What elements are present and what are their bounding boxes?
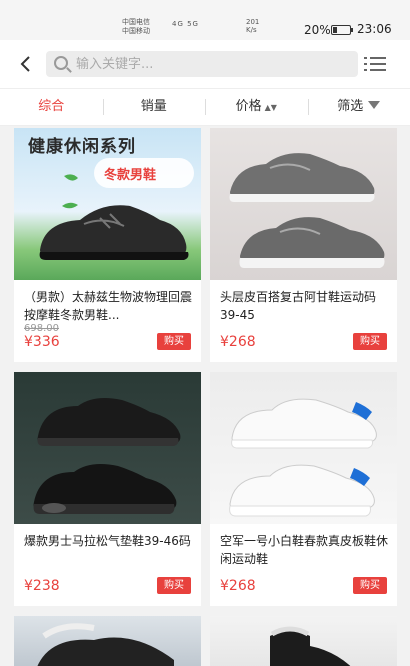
- search-input[interactable]: [76, 51, 346, 77]
- buy-button[interactable]: 购买: [157, 333, 191, 350]
- clock: 23:06: [357, 22, 392, 36]
- status-bar: 中国电信 中国移动 4G 5G 201 K/s 20% 23:06: [0, 0, 410, 40]
- filter-icon: [368, 101, 381, 109]
- search-icon: [54, 56, 68, 70]
- product-price: ¥238: [24, 578, 60, 594]
- tab-sales[interactable]: 销量: [102, 96, 206, 118]
- network-indicator: 4G 5G: [172, 20, 199, 28]
- product-image: 健康休闲系列 冬款男鞋: [14, 128, 201, 280]
- sort-tabs: 综合 销量 价格 ▲▼ 筛选: [0, 88, 410, 126]
- tab-label: 销量: [140, 99, 167, 114]
- product-image: [210, 372, 397, 524]
- product-price: ¥268: [220, 578, 256, 594]
- product-image: [210, 616, 397, 666]
- list-view-icon[interactable]: [364, 56, 386, 72]
- product-card[interactable]: [14, 616, 201, 666]
- carrier-2: 中国移动: [122, 27, 150, 35]
- product-price: ¥268: [220, 334, 256, 350]
- search-header: [0, 40, 410, 88]
- black-air-sneaker-icon: [33, 398, 181, 514]
- sort-arrows-icon: ▲▼: [264, 103, 277, 112]
- product-card[interactable]: 空军一号小白鞋春款真皮板鞋休闲运动鞋 ¥268 购买: [210, 372, 397, 606]
- tab-filter[interactable]: 筛选: [307, 96, 410, 118]
- original-price: 698.00: [24, 323, 59, 334]
- buy-button[interactable]: 购买: [353, 577, 387, 594]
- product-price: ¥336: [24, 334, 60, 350]
- product-image: [14, 616, 201, 666]
- winter-boot-icon: [270, 626, 351, 666]
- carrier-info: 中国电信 中国移动: [122, 18, 150, 36]
- product-title: 头层皮百搭复古阿甘鞋运动码39-45: [220, 290, 377, 322]
- tab-comprehensive[interactable]: 综合: [0, 96, 103, 118]
- product-card[interactable]: 健康休闲系列 冬款男鞋 （男款）太赫兹生物波物理回震按摩鞋冬款男鞋... 698…: [14, 128, 201, 362]
- battery-icon: [331, 25, 353, 35]
- network-speed-unit: K/s: [246, 26, 257, 34]
- gray-sneaker-icon: [229, 153, 385, 268]
- product-card[interactable]: 爆款男士马拉松气垫鞋39-46码 ¥238 购买: [14, 372, 201, 606]
- product-title: （男款）太赫兹生物波物理回震按摩鞋冬款男鞋...: [24, 290, 193, 322]
- battery-percent: 20%: [304, 23, 331, 37]
- white-sneaker-icon: [229, 398, 377, 517]
- tab-label: 综合: [38, 99, 65, 114]
- product-image: [210, 128, 397, 280]
- tab-label: 价格: [235, 99, 262, 114]
- product-title: 爆款男士马拉松气垫鞋39-46码: [24, 534, 191, 548]
- product-title: 空军一号小白鞋春款真皮板鞋休闲运动鞋: [220, 534, 389, 566]
- product-card[interactable]: [210, 616, 397, 666]
- carrier-1: 中国电信: [122, 18, 150, 26]
- product-card[interactable]: 头层皮百搭复古阿甘鞋运动码39-45 ¥268 购买: [210, 128, 397, 362]
- black-sneaker-icon: [39, 174, 189, 260]
- tab-label: 筛选: [337, 99, 364, 114]
- tab-price[interactable]: 价格 ▲▼: [205, 96, 308, 118]
- network-speed: 201 K/s: [246, 18, 259, 34]
- snow-boot-icon: [37, 623, 174, 666]
- network-speed-value: 201: [246, 18, 260, 26]
- product-image: [14, 372, 201, 524]
- buy-button[interactable]: 购买: [353, 333, 387, 350]
- buy-button[interactable]: 购买: [157, 577, 191, 594]
- search-box[interactable]: [46, 51, 358, 77]
- back-arrow-icon[interactable]: [16, 54, 36, 74]
